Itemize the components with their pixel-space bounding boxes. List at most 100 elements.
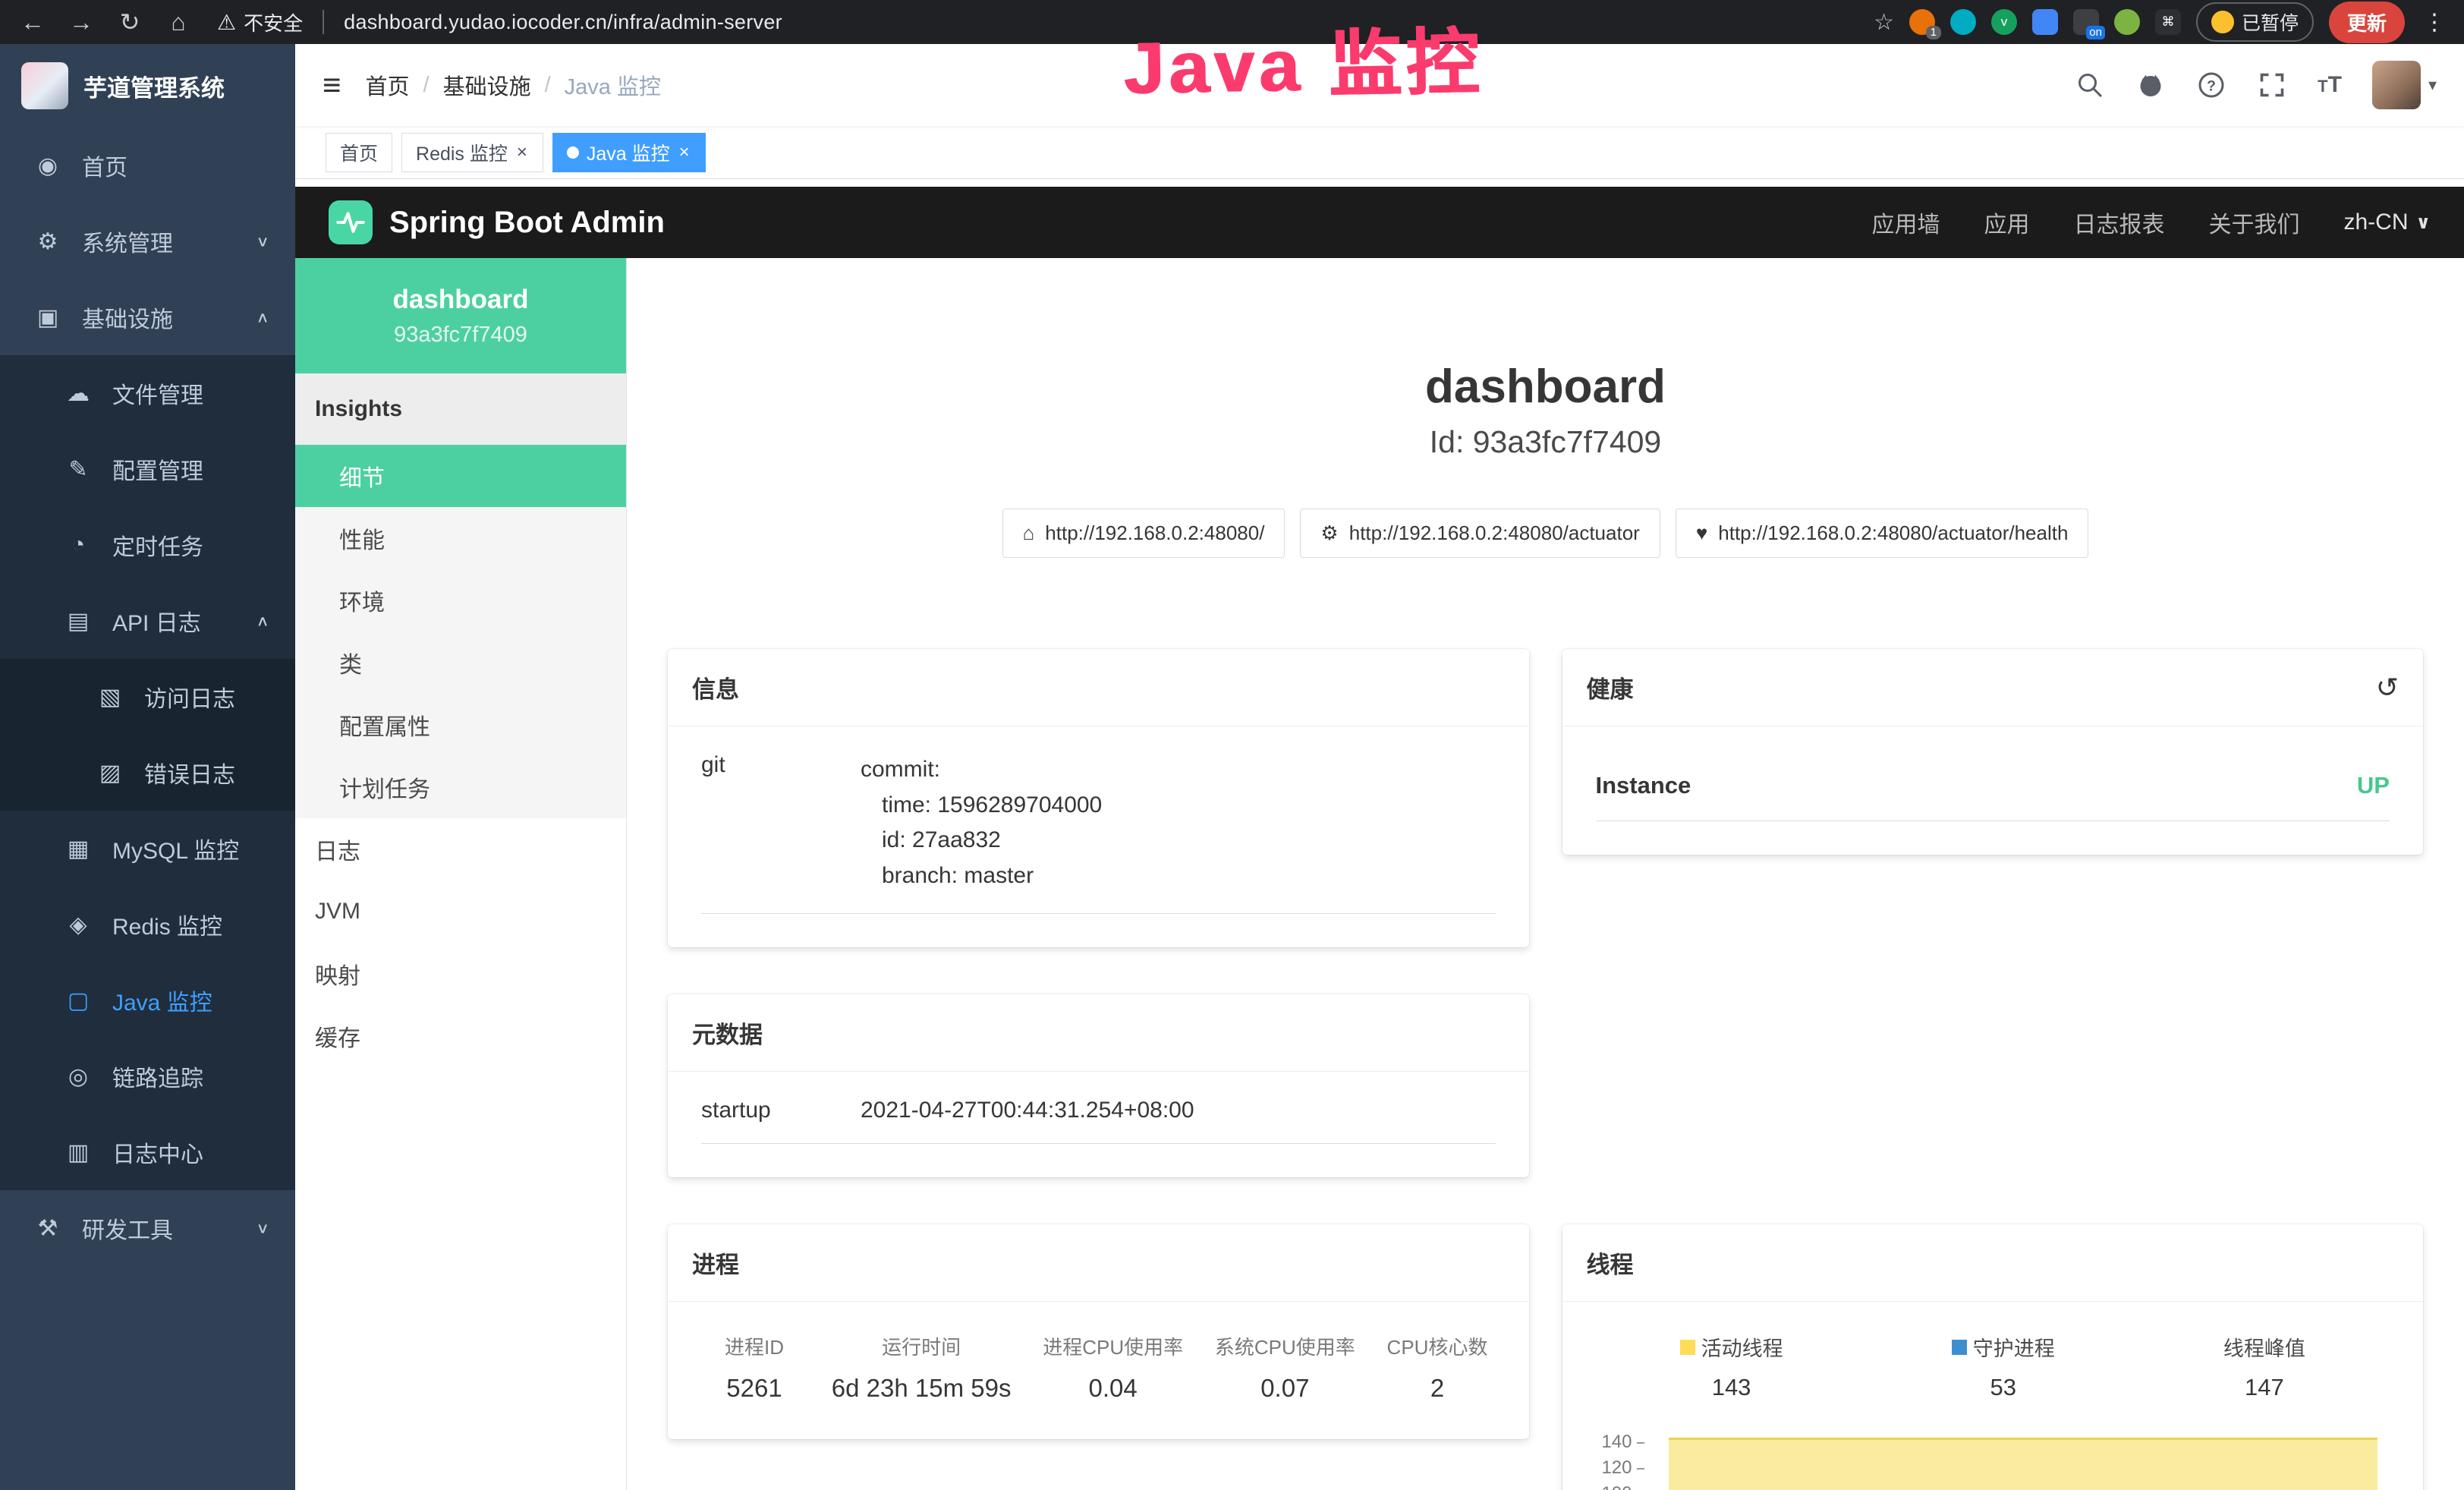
back-icon[interactable]: ←	[15, 8, 50, 36]
sba-nav-applications[interactable]: 应用	[1984, 206, 2029, 239]
card-header: 信息	[668, 649, 1529, 726]
sidebar-item-system[interactable]: ⚙ 系统管理 ∨	[0, 203, 295, 279]
sba-item-mappings[interactable]: 映射	[295, 943, 626, 1005]
sba-body: dashboard 93a3fc7f7409 Insights 细节 性能 环境…	[295, 258, 2464, 1490]
sidebar-item-error-logs[interactable]: ▨ 错误日志	[0, 735, 295, 811]
instance-links: ⌂ http://192.168.0.2:48080/ ⚙ http://192…	[668, 509, 2423, 558]
sidebar-item-java-monitor[interactable]: ▢ Java 监控	[0, 962, 295, 1038]
close-icon[interactable]: ×	[515, 142, 529, 163]
chevron-down-icon: ∨	[256, 232, 269, 250]
sba-item-config-props[interactable]: 配置属性	[295, 694, 626, 756]
sba-item-caches[interactable]: 缓存	[295, 1005, 626, 1067]
warning-icon: ⚠	[217, 10, 236, 35]
sba-item-jvm[interactable]: JVM	[295, 880, 626, 943]
breadcrumb-infra[interactable]: 基础设施	[443, 69, 531, 101]
sidebar-item-label: Redis 监控	[112, 908, 222, 941]
threads-legend: 活动线程 143 守护进程	[1596, 1328, 2390, 1401]
sidebar-item-mysql-monitor[interactable]: ▦ MySQL 监控	[0, 811, 295, 887]
tab-home[interactable]: 首页	[326, 133, 392, 172]
update-button[interactable]: 更新	[2329, 2, 2405, 43]
sba-nav-about[interactable]: 关于我们	[2208, 206, 2299, 239]
sidebar-item-api-logs[interactable]: ▤ API 日志 ∧	[0, 583, 295, 659]
actuator-url-link[interactable]: ⚙ http://192.168.0.2:48080/actuator	[1300, 509, 1660, 558]
help-icon[interactable]: ?	[2196, 70, 2226, 100]
fox-extension-icon[interactable]: 1	[1909, 9, 1935, 35]
sidebar-item-tracing[interactable]: ◎ 链路追踪	[0, 1038, 295, 1114]
fullscreen-icon[interactable]	[2257, 70, 2287, 100]
sba-item-logs[interactable]: 日志	[295, 818, 626, 880]
sidebar-item-label: API 日志	[112, 604, 201, 638]
sba-item-details[interactable]: 细节	[295, 445, 626, 507]
info-git-row: git commit: time: 1596289704000 id: 27aa…	[701, 752, 1496, 914]
sba-item-metrics[interactable]: 性能	[295, 507, 626, 569]
access-log-icon: ▧	[96, 684, 124, 710]
sba-item-scheduled-tasks[interactable]: 计划任务	[295, 756, 626, 818]
history-icon[interactable]: ↺	[2376, 674, 2399, 701]
health-url-link[interactable]: ♥ http://192.168.0.2:48080/actuator/heal…	[1676, 509, 2089, 558]
app-logo[interactable]: 芋道管理系统	[0, 44, 295, 128]
cloud-icon: ☁	[64, 380, 93, 407]
process-uptime: 运行时间 6d 23h 15m 59s	[832, 1332, 1012, 1403]
legend-label: 线程峰值	[2223, 1332, 2305, 1362]
puzzle-extension-icon[interactable]: ⌘	[2155, 9, 2181, 35]
tab-redis-monitor[interactable]: Redis 监控 ×	[401, 133, 543, 172]
sba-item-classes[interactable]: 类	[295, 632, 626, 694]
breadcrumb-home[interactable]: 首页	[366, 69, 410, 101]
sba-language-select[interactable]: zh-CN ∨	[2343, 209, 2431, 235]
gear-icon: ⚙	[33, 228, 62, 255]
github-icon[interactable]	[2135, 70, 2166, 100]
sba-nav-journal[interactable]: 日志报表	[2073, 206, 2164, 239]
sba-instance-block[interactable]: dashboard 93a3fc7f7409	[295, 258, 626, 373]
close-icon[interactable]: ×	[678, 142, 691, 163]
leaf-extension-icon[interactable]	[2114, 9, 2140, 35]
address-bar[interactable]: dashboard.yudao.iocoder.cn/infra/admin-s…	[344, 11, 782, 34]
sidebar-item-infra[interactable]: ▣ 基础设施 ∧	[0, 279, 295, 355]
sidebar-item-redis-monitor[interactable]: ◈ Redis 监控	[0, 887, 295, 962]
sba-brand[interactable]: Spring Boot Admin	[329, 200, 665, 244]
sidebar-item-config-mgmt[interactable]: ✎ 配置管理	[0, 431, 295, 507]
card-title: 元数据	[692, 1016, 763, 1050]
sba-item-environment[interactable]: 环境	[295, 569, 626, 632]
hamburger-icon[interactable]: ≡	[323, 67, 341, 103]
tab-label: 首页	[340, 139, 378, 166]
v-extension-icon[interactable]: v	[1991, 9, 2017, 35]
metric-label: 运行时间	[832, 1332, 1012, 1360]
sidebar-item-log-center[interactable]: ▥ 日志中心	[0, 1114, 295, 1190]
eye-icon: ◎	[64, 1063, 93, 1090]
table-icon: ▦	[64, 836, 93, 862]
sidebar-item-file-mgmt[interactable]: ☁ 文件管理	[0, 355, 295, 431]
metric-label: 进程CPU使用率	[1043, 1332, 1183, 1360]
security-chip[interactable]: ⚠ 不安全	[217, 8, 303, 36]
forward-icon[interactable]: →	[64, 8, 99, 36]
active-dot	[567, 146, 579, 159]
app-sidebar: 芋道管理系统 ◉ 首页 ⚙ 系统管理 ∨ ▣ 基础设施 ∧ ☁ 文件管理 ✎ 配…	[0, 44, 295, 1490]
switch-extension-icon[interactable]: on	[2073, 9, 2099, 35]
home-icon[interactable]: ⌂	[161, 8, 196, 36]
health-card: 健康 ↺ Instance UP	[1562, 649, 2424, 855]
bookmark-star-icon[interactable]: ☆	[1874, 9, 1894, 36]
font-size-icon[interactable]: TT	[2318, 72, 2342, 98]
sidebar-item-label: 定时任务	[112, 528, 203, 562]
grid-extension-icon[interactable]	[2032, 9, 2058, 35]
sidebar-item-devtools[interactable]: ⚒ 研发工具 ∨	[0, 1190, 295, 1266]
paused-pill[interactable]: 已暂停	[2196, 2, 2314, 42]
tab-java-monitor[interactable]: Java 监控 ×	[552, 133, 706, 172]
search-icon[interactable]	[2075, 70, 2105, 100]
sidebar-item-label: 访问日志	[144, 680, 235, 713]
git-time-line: time: 1596289704000	[861, 788, 1102, 824]
reload-icon[interactable]: ↻	[112, 8, 147, 36]
service-url-link[interactable]: ⌂ http://192.168.0.2:48080/	[1002, 509, 1285, 558]
pin-extension-icon[interactable]	[1950, 9, 1976, 35]
sidebar-item-label: MySQL 监控	[112, 832, 239, 865]
health-instance-row: Instance UP	[1596, 752, 2390, 821]
browser-menu-icon[interactable]: ⋮	[2420, 9, 2449, 36]
sba-nav-wallboard[interactable]: 应用墙	[1871, 206, 1940, 239]
sidebar-item-access-logs[interactable]: ▧ 访问日志	[0, 659, 295, 735]
breadcrumb-current: Java 监控	[565, 69, 661, 101]
sidebar-item-home[interactable]: ◉ 首页	[0, 128, 295, 203]
user-avatar[interactable]: ▾	[2372, 61, 2437, 109]
sba-main: dashboard Id: 93a3fc7f7409 ⌂ http://192.…	[627, 258, 2464, 1490]
sidebar-item-scheduled-jobs[interactable]: ◔ 定时任务	[0, 507, 295, 583]
metric-label: 系统CPU使用率	[1215, 1332, 1355, 1360]
chevron-up-icon: ∧	[256, 612, 269, 629]
